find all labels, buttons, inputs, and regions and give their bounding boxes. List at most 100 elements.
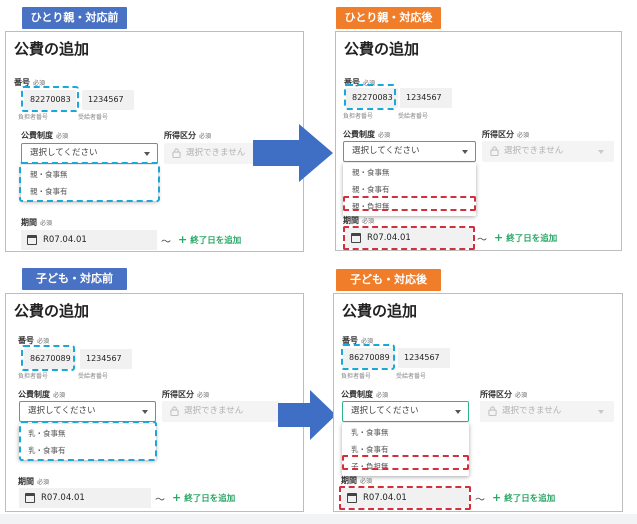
plus-icon: +	[178, 233, 188, 246]
income-category-label: 所得区分 必須	[164, 131, 212, 140]
required-badge: 必須	[56, 133, 69, 140]
income-category-label: 所得区分 必須	[480, 390, 528, 399]
highlight-payer-number	[21, 345, 75, 371]
highlight-new-option	[342, 455, 469, 470]
highlight-payer-number	[344, 84, 396, 110]
page-title: 公費の追加	[14, 40, 90, 58]
panel-single-parent-after: 公費の追加 番号 必須 82270083 1234567 負担者番号 受給者番号 …	[335, 31, 622, 251]
chevron-down-icon	[455, 410, 461, 414]
lock-icon	[488, 406, 497, 416]
public-system-label: 公費制度 必須	[18, 390, 66, 399]
required-badge: 必須	[40, 220, 53, 227]
highlight-payer-number	[341, 344, 395, 370]
page-title: 公費の追加	[344, 40, 420, 58]
required-badge: 必須	[37, 338, 50, 345]
add-end-date-button[interactable]: + 終了日を追加	[494, 231, 557, 244]
start-date-field[interactable]: R07.04.01	[21, 230, 157, 250]
chevron-down-icon	[598, 150, 604, 154]
start-date-value: R07.04.01	[41, 493, 85, 503]
required-badge: 必須	[37, 479, 50, 486]
add-end-date-button[interactable]: + 終了日を追加	[492, 491, 555, 504]
panel-tag-single-parent-after: ひとり親・対応後	[336, 7, 441, 29]
income-category-label: 所得区分 必須	[482, 130, 530, 139]
recipient-number-field[interactable]: 1234567	[82, 90, 134, 110]
dropdown-option[interactable]: 乳・食事無	[342, 424, 469, 441]
range-tilde: 〜	[155, 495, 165, 506]
range-tilde: 〜	[161, 237, 171, 248]
chevron-down-icon	[142, 410, 148, 414]
panel-child-after: 公費の追加 番号 必須 86270089 1234567 負担者番号 受給者番号 …	[333, 293, 623, 512]
payer-number-caption: 負担者番号	[18, 114, 49, 121]
payer-number-caption: 負担者番号	[341, 373, 372, 380]
recipient-number-caption: 受給者番号	[398, 113, 429, 120]
chevron-down-icon	[462, 150, 468, 154]
panel-child-before: 公費の追加 番号 必須 86270089 1234567 負担者番号 受給者番号 …	[5, 293, 304, 512]
page-title: 公費の追加	[14, 302, 90, 320]
payer-number-caption: 負担者番号	[18, 373, 49, 380]
public-system-select[interactable]: 選択してください	[343, 141, 476, 162]
select-placeholder: 選択してください	[351, 406, 419, 416]
disabled-placeholder: 選択できません	[504, 146, 564, 156]
panel-tag-child-after: 子ども・対応後	[336, 269, 441, 291]
income-category-select: 選択できません	[482, 141, 614, 162]
plus-icon: +	[172, 491, 182, 504]
add-end-date-label: 終了日を追加	[504, 494, 556, 504]
add-end-date-label: 終了日を追加	[184, 494, 236, 504]
recipient-number-caption: 受給者番号	[396, 373, 427, 380]
required-badge: 必須	[376, 392, 389, 399]
period-label: 期間 必須	[341, 476, 373, 485]
disabled-placeholder: 選択できません	[184, 406, 244, 416]
select-placeholder: 選択してください	[30, 148, 98, 158]
recipient-number-field[interactable]: 1234567	[398, 348, 450, 368]
start-date-value: R07.04.01	[43, 235, 87, 245]
payer-number-caption: 負担者番号	[343, 113, 374, 120]
dropdown-option[interactable]: 親・食事無	[343, 164, 476, 181]
required-badge: 必須	[378, 132, 391, 139]
lock-icon	[490, 146, 499, 156]
panel-tag-child-before: 子ども・対応前	[22, 268, 127, 290]
plus-icon: +	[492, 491, 502, 504]
highlight-start-date	[343, 226, 475, 250]
calendar-icon	[27, 235, 37, 245]
required-badge: 必須	[199, 133, 212, 140]
public-system-label: 公費制度 必須	[341, 390, 389, 399]
recipient-number-field[interactable]: 1234567	[80, 349, 132, 369]
add-end-date-button[interactable]: + 終了日を追加	[178, 233, 241, 246]
required-badge: 必須	[53, 392, 66, 399]
highlight-start-date	[339, 486, 471, 510]
required-badge: 必須	[515, 392, 528, 399]
add-end-date-button[interactable]: + 終了日を追加	[172, 491, 235, 504]
arrow-right-icon	[253, 124, 333, 182]
add-end-date-label: 終了日を追加	[190, 236, 242, 246]
page-title: 公費の追加	[342, 302, 418, 320]
bottom-band	[0, 514, 637, 524]
highlight-payer-number	[21, 86, 79, 112]
recipient-number-field[interactable]: 1234567	[400, 88, 452, 108]
public-system-label: 公費制度 必須	[343, 130, 391, 139]
required-badge: 必須	[197, 392, 210, 399]
highlight-dropdown-options	[19, 162, 160, 202]
disabled-placeholder: 選択できません	[502, 406, 562, 416]
add-end-date-label: 終了日を追加	[506, 234, 558, 244]
plus-icon: +	[494, 231, 504, 244]
panel-tag-single-parent-before: ひとり親・対応前	[22, 7, 127, 29]
chevron-down-icon	[598, 410, 604, 414]
public-system-select[interactable]: 選択してください	[342, 401, 469, 422]
public-system-label: 公費制度 必須	[21, 131, 69, 140]
calendar-icon	[25, 493, 35, 503]
public-system-select[interactable]: 選択してください	[21, 143, 158, 164]
select-placeholder: 選択してください	[352, 146, 420, 156]
start-date-field[interactable]: R07.04.01	[19, 488, 151, 508]
required-badge: 必須	[360, 478, 373, 485]
period-label: 期間 必須	[18, 477, 50, 486]
recipient-number-caption: 受給者番号	[78, 114, 109, 121]
income-category-select: 選択できません	[162, 401, 280, 422]
recipient-number-caption: 受給者番号	[78, 373, 109, 380]
select-placeholder: 選択してください	[28, 406, 96, 416]
highlight-new-option	[343, 196, 476, 211]
lock-icon	[172, 148, 181, 158]
required-badge: 必須	[362, 218, 375, 225]
income-category-label: 所得区分 必須	[162, 390, 210, 399]
public-system-select[interactable]: 選択してください	[19, 401, 156, 422]
period-label: 期間 必須	[343, 216, 375, 225]
